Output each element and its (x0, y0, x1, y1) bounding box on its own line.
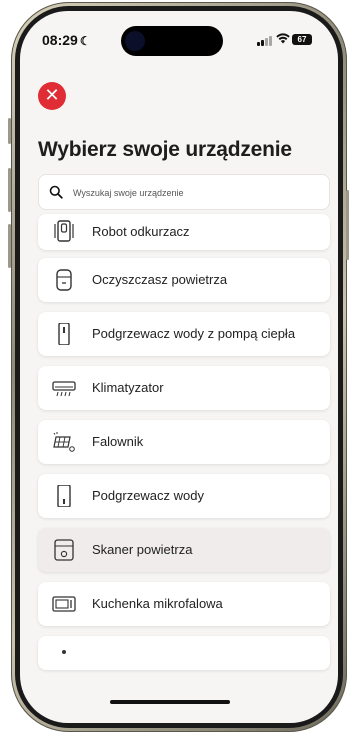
device-label: Podgrzewacz wody z pompą ciepła (92, 326, 296, 341)
device-label: Oczyszczasz powietrza (92, 272, 228, 287)
status-time-text: 08:29 (42, 32, 78, 48)
device-label: Falownik (92, 434, 144, 449)
device-label: Robot odkurzacz (92, 224, 190, 239)
device-icon (62, 650, 66, 654)
volume-down-button (8, 224, 11, 268)
device-label: Podgrzewacz wody (92, 488, 204, 503)
inverter-icon (53, 432, 75, 452)
air-scanner-icon (54, 539, 74, 561)
battery-icon: 67 (292, 34, 312, 45)
power-button (346, 190, 349, 260)
device-item-robot-vacuum[interactable]: Robot odkurzacz (38, 214, 330, 250)
home-indicator (110, 700, 230, 704)
search-icon (49, 185, 63, 199)
device-item-air-scanner[interactable]: Skaner powietrza (38, 528, 330, 572)
volume-up-button (8, 168, 11, 212)
device-item-heat-pump-water-heater[interactable]: Podgrzewacz wody z pompą ciepła (38, 312, 330, 356)
device-item-water-heater[interactable]: Podgrzewacz wody (38, 474, 330, 518)
device-item-inverter[interactable]: Falownik (38, 420, 330, 464)
status-time: 08:29 ☾ (42, 32, 91, 48)
action-button (8, 118, 11, 144)
device-item-microwave[interactable]: Kuchenka mikrofalowa (38, 582, 330, 626)
heat-pump-water-heater-icon (58, 323, 70, 345)
device-label: Klimatyzator (92, 380, 164, 395)
device-item-air-conditioner[interactable]: Klimatyzator (38, 366, 330, 410)
air-purifier-icon (56, 269, 72, 291)
device-item-air-purifier[interactable]: Oczyszczasz powietrza (38, 258, 330, 302)
device-label: Skaner powietrza (92, 542, 193, 557)
water-heater-icon (57, 485, 71, 507)
close-button[interactable]: ✕ (38, 82, 66, 110)
device-label: Kuchenka mikrofalowa (92, 596, 223, 611)
signal-icon (257, 36, 273, 46)
microwave-icon (52, 596, 76, 612)
wifi-icon (276, 33, 290, 47)
focus-moon-icon: ☾ (79, 34, 91, 48)
page-title: Wybierz swoje urządzenie (38, 138, 292, 161)
page: 08:29 ☾ 67 ✕ Wybierz swoje urządzenie Wy… (0, 0, 353, 736)
air-conditioner-icon (52, 381, 76, 397)
search-box[interactable] (38, 174, 330, 211)
dynamic-island (121, 26, 223, 56)
device-item-partial[interactable] (38, 636, 330, 670)
search-input[interactable] (71, 175, 321, 211)
front-camera (125, 31, 145, 51)
robot-vacuum-icon (54, 220, 74, 242)
